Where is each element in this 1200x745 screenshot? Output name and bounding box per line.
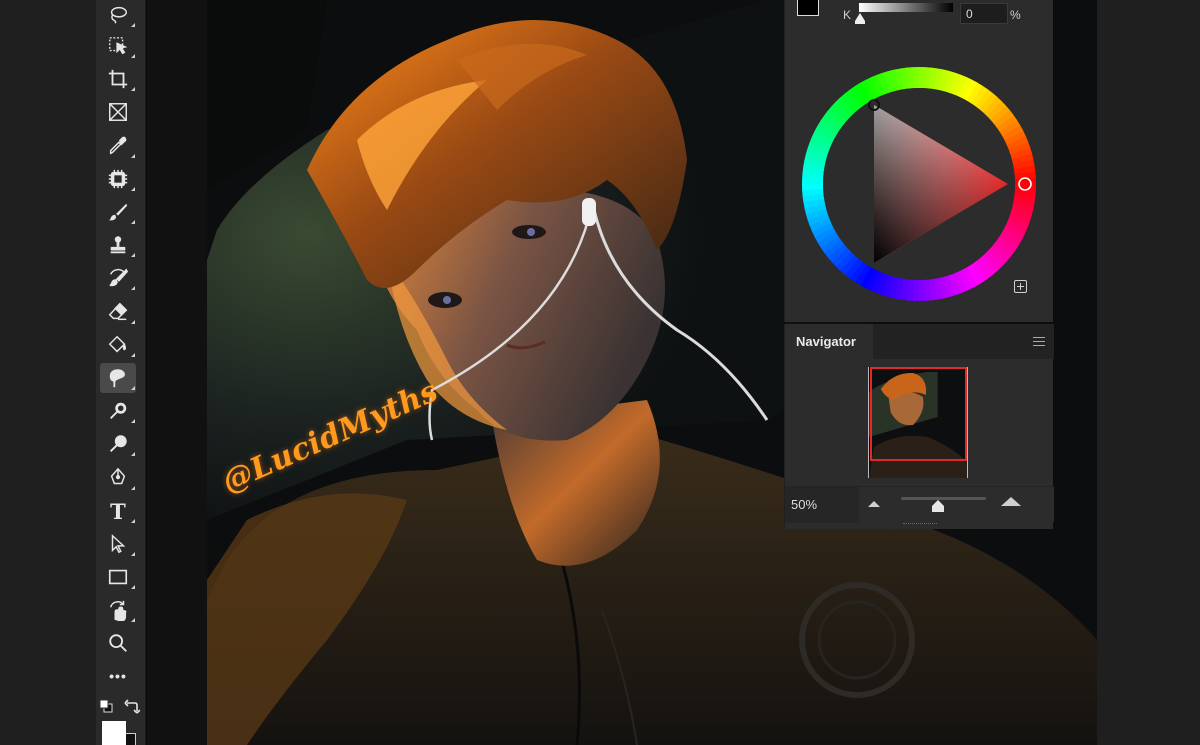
- color-wheel[interactable]: [801, 66, 1037, 302]
- eyedropper-tool[interactable]: [100, 131, 136, 161]
- pen-tool[interactable]: [100, 463, 136, 493]
- swap-colors-icon[interactable]: [124, 698, 140, 714]
- k-channel-unit: %: [1010, 8, 1021, 22]
- default-colors-icon[interactable]: [99, 699, 113, 713]
- smudge-tool[interactable]: [100, 363, 136, 393]
- navigator-panel: Navigator 50%: [784, 324, 1054, 529]
- eraser-tool[interactable]: [100, 297, 136, 327]
- brush-icon: [108, 203, 128, 221]
- lasso-tool[interactable]: [100, 0, 136, 30]
- smudge-icon: [109, 369, 125, 388]
- k-channel-input[interactable]: [960, 3, 1008, 24]
- panel-menu-icon[interactable]: [1033, 337, 1045, 346]
- navigator-view-box[interactable]: [870, 367, 967, 461]
- object-selection-icon: [109, 37, 128, 55]
- clone-stamp-tool[interactable]: [100, 230, 136, 260]
- burn-tool[interactable]: [100, 429, 136, 459]
- lasso-icon: [110, 6, 127, 24]
- type-icon: T: [110, 498, 126, 524]
- spot-healing-icon: [108, 169, 128, 189]
- tab-navigator[interactable]: Navigator: [785, 324, 873, 359]
- zoom-icon: [109, 634, 127, 652]
- eraser-icon: [108, 302, 128, 321]
- k-slider-thumb-base: [855, 21, 865, 24]
- brush-tool[interactable]: [100, 197, 136, 227]
- crop-icon: [108, 69, 128, 89]
- history-brush-tool[interactable]: [100, 263, 136, 293]
- navigator-tabbar: Navigator: [785, 324, 1054, 359]
- right-gutter: [1097, 0, 1200, 745]
- zoom-out-icon[interactable]: [868, 501, 880, 507]
- k-channel-slider[interactable]: [859, 3, 953, 12]
- more-tools[interactable]: •••: [100, 661, 136, 691]
- expand-wheel-icon[interactable]: [1014, 280, 1027, 293]
- pen-icon: [110, 467, 126, 485]
- color-panel: K %: [784, 0, 1053, 322]
- paint-bucket-icon: [108, 335, 127, 353]
- path-selection-tool[interactable]: [100, 529, 136, 559]
- rectangle-icon: [108, 569, 128, 585]
- foreground-color-swatch[interactable]: [102, 721, 126, 745]
- navigator-footer: 50%: [785, 486, 1054, 523]
- frame-icon: [109, 103, 127, 121]
- eyedropper-icon: [109, 136, 127, 155]
- burn-icon: [109, 435, 127, 453]
- stamp-icon: [110, 236, 126, 254]
- crop-tool[interactable]: [100, 64, 136, 94]
- type-tool[interactable]: T: [100, 496, 136, 526]
- spot-healing-tool[interactable]: [100, 164, 136, 194]
- history-brush-icon: [109, 268, 129, 287]
- zoom-level-field[interactable]: 50%: [785, 487, 859, 523]
- rotate-view-icon: [109, 600, 127, 621]
- object-selection-tool[interactable]: [100, 31, 136, 61]
- zoom-tool[interactable]: [100, 628, 136, 658]
- frame-tool[interactable]: [100, 97, 136, 127]
- paint-bucket-tool[interactable]: [100, 330, 136, 360]
- panel-resize-grip[interactable]: [903, 523, 937, 526]
- zoom-slider-thumb[interactable]: [931, 500, 944, 512]
- rotate-view-tool[interactable]: [100, 595, 136, 625]
- k-slider-thumb[interactable]: [855, 13, 865, 21]
- dodge-icon: [110, 402, 127, 419]
- rectangle-tool[interactable]: [100, 562, 136, 592]
- k-channel-label: K: [843, 8, 852, 22]
- path-selection-icon: [111, 534, 126, 554]
- panel-foreground-swatch[interactable]: [797, 0, 819, 16]
- more-icon: •••: [109, 668, 127, 684]
- dodge-tool[interactable]: [100, 396, 136, 426]
- zoom-in-icon[interactable]: [1001, 497, 1021, 506]
- left-gutter: [0, 0, 96, 745]
- tools-panel: T •••: [96, 0, 146, 745]
